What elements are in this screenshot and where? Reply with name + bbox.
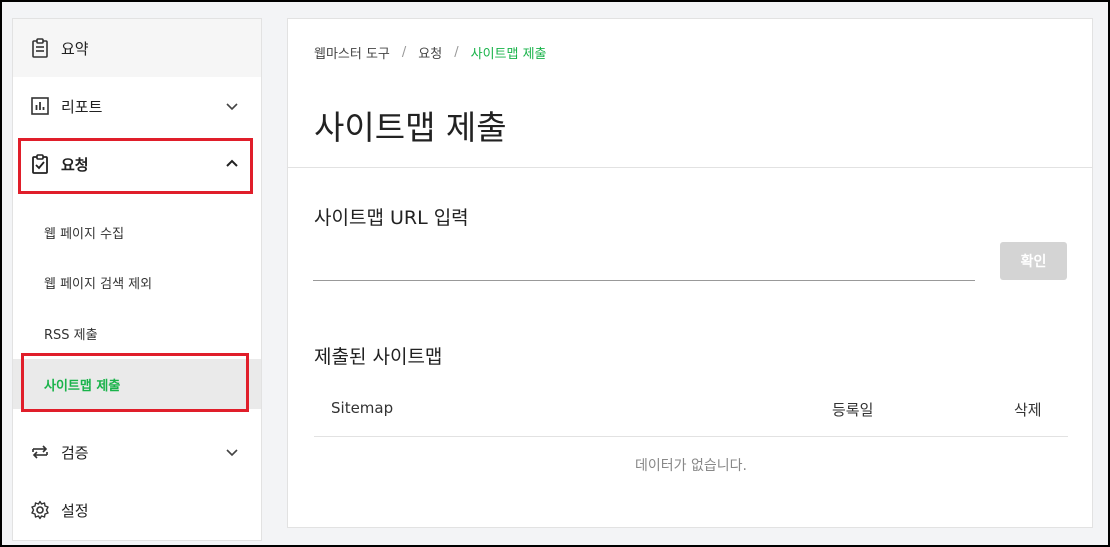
sidebar-subitem-web-page-collect[interactable]: 웹 페이지 수집 [13,207,261,257]
sitemap-url-label: 사이트맵 URL 입력 [314,207,469,229]
sitemap-url-input[interactable] [313,255,975,281]
table-header: Sitemap 등록일 삭제 [314,391,1068,437]
sidebar-subitem-label: RSS 제출 [44,327,98,343]
bar-chart-icon [29,95,51,117]
chevron-up-icon [225,157,239,171]
sidebar-subitem-label: 웹 페이지 수집 [44,226,125,242]
sidebar-item-label: 요약 [61,39,89,58]
submitted-sitemaps-title: 제출된 사이트맵 [314,346,443,368]
sidebar-item-request[interactable]: 요청 [13,135,261,193]
breadcrumb-item-webmaster-tools[interactable]: 웹마스터 도구 [314,43,390,62]
column-header-sitemap: Sitemap [331,399,394,417]
sidebar-item-label: 요청 [61,155,89,174]
sidebar-subitem-web-page-exclude[interactable]: 웹 페이지 검색 제외 [13,257,261,307]
sidebar: 요약 리포트 요청 웹 페이지 수집 웹 페이지 검색 제외 RSS 제출 사이… [12,18,262,541]
swap-arrows-icon [29,441,51,463]
divider [288,167,1092,168]
breadcrumb-item-request[interactable]: 요청 [418,43,442,62]
sidebar-item-label: 설정 [61,501,89,520]
sidebar-item-settings[interactable]: 설정 [13,481,261,539]
sidebar-subitem-label: 웹 페이지 검색 제외 [44,276,153,292]
sidebar-subitem-rss-submit[interactable]: RSS 제출 [13,308,261,358]
page-title: 사이트맵 제출 [314,108,507,147]
sidebar-subitem-sitemap-submit[interactable]: 사이트맵 제출 [13,359,261,409]
column-header-delete: 삭제 [1014,401,1042,419]
sidebar-item-verify[interactable]: 검증 [13,423,261,481]
gear-icon [29,499,51,521]
empty-table-message: 데이터가 없습니다. [635,458,747,474]
confirm-button[interactable]: 확인 [1000,242,1067,280]
clipboard-icon [29,37,51,59]
breadcrumb-item-current: 사이트맵 제출 [470,47,547,62]
breadcrumb-separator: / [401,45,407,60]
main-panel: 웹마스터 도구 / 요청 / 사이트맵 제출 사이트맵 제출 사이트맵 URL … [287,18,1093,528]
breadcrumb-separator: / [454,45,459,60]
sidebar-item-report[interactable]: 리포트 [13,77,261,135]
breadcrumb: 웹마스터 도구 / 요청 / 사이트맵 제출 [314,43,547,62]
sidebar-item-label: 리포트 [61,97,103,116]
chevron-down-icon [225,445,239,459]
column-header-registered-date: 등록일 [832,401,874,419]
chevron-down-icon [225,99,239,113]
sidebar-item-label: 검증 [61,443,89,462]
clipboard-check-icon [29,153,51,175]
sidebar-subitem-label: 사이트맵 제출 [44,378,121,394]
sidebar-item-summary[interactable]: 요약 [13,19,261,77]
